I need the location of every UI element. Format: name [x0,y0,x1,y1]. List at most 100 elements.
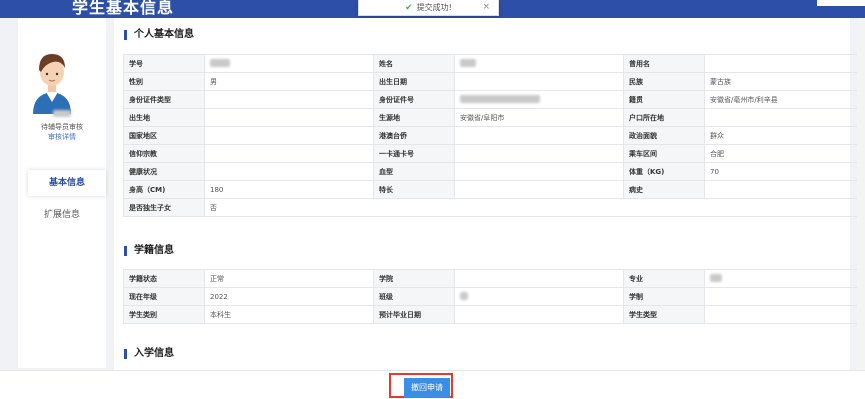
table-row: 现在年级2022班级 学制 [124,288,865,306]
field-label: 国家地区 [124,127,205,145]
field-label: 学生类型 [624,306,705,324]
field-value [455,145,624,163]
school-info-table: 学籍状态正常学院 专业现在年级2022班级 学制学生类别本科生预计毕业日期 学生类型 [123,269,865,324]
section-title-school: 学籍信息 [124,246,174,256]
field-label: 学生类别 [124,306,205,324]
check-icon: ✔ [405,3,413,13]
field-label: 现在年级 [124,288,205,306]
field-value [205,145,374,163]
field-label: 政治面貌 [624,127,705,145]
revoke-application-button[interactable]: 撤回申请 [404,378,450,398]
field-label: 血型 [374,163,455,181]
field-label: 乘车区间 [624,145,705,163]
table-row: 学号 姓名 曾用名 [124,55,865,73]
avatar [27,32,77,118]
table-row: 信仰宗教 一卡通卡号 乘车区间合肥 [124,145,865,163]
field-label: 学制 [624,288,705,306]
field-value [455,127,624,145]
table-row: 身份证件类型 身份证件号 籍贯安徽省/亳州市/利辛县 [124,91,865,109]
field-value [455,288,624,306]
field-value [455,270,624,288]
scrollbar[interactable] [857,18,865,370]
field-value: 合肥 [705,145,865,163]
field-label: 班级 [374,288,455,306]
redacted-value [710,274,722,282]
section-title-basic: 个人基本信息 [124,30,194,40]
field-value: 群众 [705,127,865,145]
nav-extended-info[interactable]: 扩展信息 [18,202,106,228]
field-label: 性别 [124,73,205,91]
field-value: 安徽省/亳州市/利辛县 [705,91,865,109]
field-value: 男 [205,73,374,91]
field-value [455,306,624,324]
field-value: 否 [205,199,865,217]
field-value [455,163,624,181]
field-label: 信仰宗教 [124,145,205,163]
section-title-enroll: 入学信息 [124,349,174,359]
field-label: 籍贯 [624,91,705,109]
table-row: 学生类别本科生预计毕业日期 学生类型 [124,306,865,324]
table-row: 性别男出生日期 民族蒙古族 [124,73,865,91]
field-label: 预计毕业日期 [374,306,455,324]
field-value [455,55,624,73]
field-label: 港澳台侨 [374,127,455,145]
field-label: 生源地 [374,109,455,127]
field-value [455,91,624,109]
profile-sidebar: 待辅导员审核 审核详情 基本信息 扩展信息 [18,18,106,368]
table-row: 健康状况 血型 体重（KG)70 [124,163,865,181]
field-label: 是否独生子女 [124,199,205,217]
field-label: 特长 [374,181,455,199]
field-label: 健康状况 [124,163,205,181]
student-name-blurred [24,110,100,119]
field-value [705,306,865,324]
field-value: 本科生 [205,306,374,324]
field-value [205,55,374,73]
field-value: 正常 [205,270,374,288]
field-value: 70 [705,163,865,181]
field-label: 曾用名 [624,55,705,73]
table-row: 出生地 生源地安徽省/阜阳市户口所在地 [124,109,865,127]
field-label: 出生日期 [374,73,455,91]
field-label: 出生地 [124,109,205,127]
field-label: 户口所在地 [624,109,705,127]
field-label: 学号 [124,55,205,73]
field-label: 姓名 [374,55,455,73]
field-label: 身份证件类型 [124,91,205,109]
field-value [205,109,374,127]
basic-info-table: 学号 姓名 曾用名性别男出生日期 民族蒙古族身份证件类型 身份证件号 籍贯安徽省/亳州市/… [123,54,865,217]
field-label: 病史 [624,181,705,199]
toast-message: 提交成功! [417,2,452,13]
field-value [205,127,374,145]
field-value [705,288,865,306]
nav-basic-info[interactable]: 基本信息 [28,170,106,196]
review-details-link[interactable]: 审核详情 [18,132,106,142]
field-label: 身份证件号 [374,91,455,109]
field-value [705,55,865,73]
field-label: 体重（KG) [624,163,705,181]
field-label: 学院 [374,270,455,288]
close-icon[interactable]: × [482,2,490,12]
field-label: 学籍状态 [124,270,205,288]
header-corner [817,0,865,6]
main-content: 个人基本信息 学号姓名曾用名性别男出生日期民族蒙古族身份证件类型身份证件号籍贯安… [114,18,850,370]
table-row: 学籍状态正常学院 专业 [124,270,865,288]
table-row: 国家地区 港澳台侨 政治面貌群众 [124,127,865,145]
field-label: 专业 [624,270,705,288]
field-value: 2022 [205,288,374,306]
field-value [705,109,865,127]
redacted-value [460,59,476,67]
field-value: 安徽省/阜阳市 [455,109,624,127]
redacted-value [460,292,468,300]
field-value [205,91,374,109]
redacted-value [210,59,230,67]
field-value: 蒙古族 [705,73,865,91]
page-title: 学生基本信息 [72,0,174,18]
field-value [455,181,624,199]
field-value [205,163,374,181]
field-label: 民族 [624,73,705,91]
success-toast: ✔ 提交成功! × [358,0,499,16]
field-label: 一卡通卡号 [374,145,455,163]
table-row: 身高（CM)180特长病史 [124,181,865,199]
field-value: 180 [205,181,374,199]
field-value [705,270,865,288]
